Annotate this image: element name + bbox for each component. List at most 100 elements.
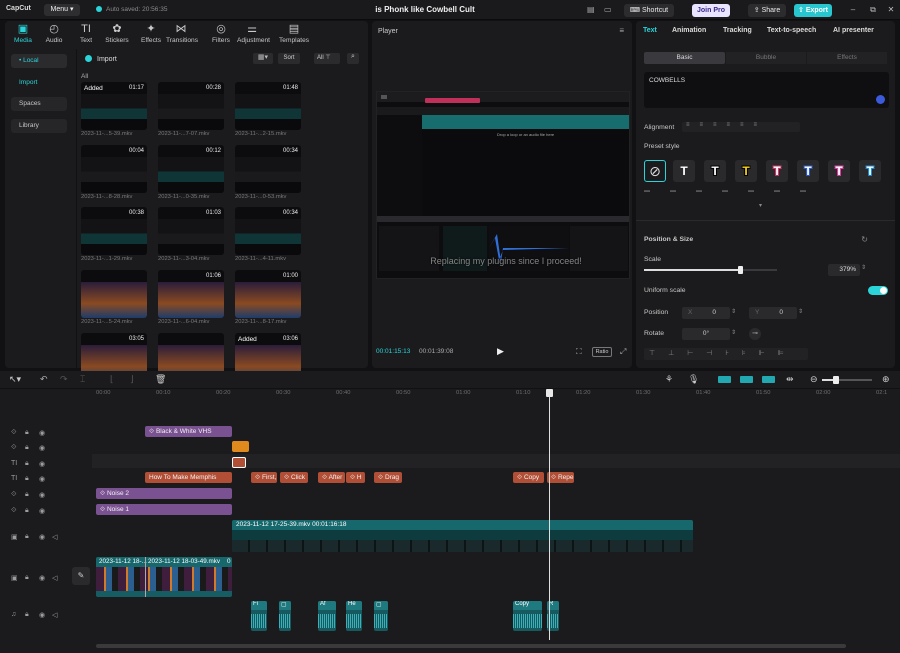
- scale-value-input[interactable]: 379%: [828, 264, 860, 276]
- linkage-icon[interactable]: [762, 376, 775, 383]
- horizontal-scrollbar[interactable]: [96, 644, 846, 648]
- segment-basic[interactable]: Basic: [644, 52, 725, 64]
- fullscreen-frame-icon[interactable]: ⛶: [576, 347, 582, 357]
- media-thumbnail[interactable]: [81, 270, 147, 318]
- tool-tab-templates[interactable]: ▤ Templates: [279, 23, 309, 44]
- preset-style-6[interactable]: T: [828, 160, 850, 182]
- nav-spaces[interactable]: Spaces: [11, 97, 67, 111]
- tab-text-to-speech[interactable]: Text-to-speech: [767, 27, 816, 34]
- video-preview[interactable]: Drop a loop or an audio file here Replac…: [376, 91, 630, 279]
- filter-all-button[interactable]: All ⊤: [314, 53, 340, 64]
- tool-tab-stickers[interactable]: ✿ Stickers: [102, 23, 132, 44]
- tool-tab-transitions[interactable]: ⋈ Transitions: [166, 23, 198, 44]
- edit-cover-icon[interactable]: ✎: [72, 567, 90, 585]
- preset-style-4[interactable]: T: [766, 160, 788, 182]
- split-right-icon[interactable]: ⌋: [130, 374, 134, 385]
- uniform-scale-toggle[interactable]: [868, 286, 888, 295]
- tool-tab-text[interactable]: TI Text: [71, 23, 101, 44]
- fullscreen-icon[interactable]: ⤢: [620, 347, 626, 357]
- align-distribute-buttons[interactable]: ⊤⊥⊢⊣⊦⊧⊩⊫: [644, 348, 808, 360]
- eye-icon[interactable]: ◉: [39, 611, 45, 619]
- effect-clip-vhs[interactable]: ⟐ Black & White VHS: [145, 426, 232, 437]
- lock-icon[interactable]: 🔒︎: [25, 475, 29, 483]
- lock-icon[interactable]: 🔒︎: [25, 507, 29, 515]
- zoom-in-icon[interactable]: ⊕: [882, 374, 890, 385]
- tab-animation[interactable]: Animation: [672, 27, 706, 34]
- media-thumbnail[interactable]: 01:03: [158, 207, 224, 255]
- split-icon[interactable]: ⌶: [80, 374, 85, 385]
- project-title[interactable]: is Phonk like Cowbell Cult: [330, 5, 520, 14]
- view-grid-icon[interactable]: ▦▾: [253, 53, 273, 64]
- select-tool-icon[interactable]: ↖▾: [9, 374, 21, 385]
- preset-none-icon[interactable]: ⊘: [644, 160, 666, 182]
- tool-tab-audio[interactable]: ◴ Audio: [39, 23, 69, 44]
- text-clip-copy[interactable]: ⟐ Copy: [513, 472, 544, 483]
- alignment-buttons[interactable]: ≡≡≡≡≡≡: [682, 122, 800, 132]
- eye-icon[interactable]: ◉: [39, 475, 45, 483]
- text-clip-after[interactable]: ⟐ After: [318, 472, 345, 483]
- eye-icon[interactable]: ◉: [39, 491, 45, 499]
- text-clip-click[interactable]: ⟐ Click: [280, 472, 308, 483]
- lock-icon[interactable]: 🔒︎: [25, 533, 29, 541]
- eye-icon[interactable]: ◉: [39, 507, 45, 515]
- player-menu-icon[interactable]: ≡: [619, 26, 624, 35]
- media-thumbnail[interactable]: 00:34: [235, 207, 301, 255]
- text-clip-drag[interactable]: ⟐ Drag: [374, 472, 402, 483]
- lock-icon[interactable]: 🔒︎: [25, 444, 29, 452]
- media-thumbnail[interactable]: 01:06: [158, 270, 224, 318]
- nav-local[interactable]: • Local: [11, 54, 67, 68]
- text-clip-h[interactable]: ⟐ H: [346, 472, 365, 483]
- close-icon[interactable]: ✕: [886, 4, 896, 16]
- split-left-icon[interactable]: ⌊: [110, 374, 114, 385]
- play-icon[interactable]: ▶: [497, 346, 504, 357]
- position-x-stepper-icon[interactable]: ⇕: [731, 308, 736, 315]
- share-button[interactable]: ⇪ Share: [748, 4, 786, 17]
- display-icon[interactable]: ▭: [604, 5, 612, 14]
- eye-icon[interactable]: ◉: [39, 429, 45, 437]
- position-y-input[interactable]: Y0: [749, 307, 797, 319]
- tool-tab-effects[interactable]: ✦ Effects: [136, 23, 166, 44]
- eye-icon[interactable]: ◉: [39, 533, 45, 541]
- media-thumbnail[interactable]: 00:28: [158, 82, 224, 130]
- lock-icon[interactable]: 🔒︎: [25, 491, 29, 499]
- scale-stepper-icon[interactable]: ⇕: [861, 264, 866, 271]
- audio-effect-noise-1[interactable]: ⟐ Noise 1: [96, 504, 232, 515]
- zoom-out-icon[interactable]: ⊖: [810, 374, 818, 385]
- rotate-input[interactable]: 0°: [682, 328, 730, 340]
- text-clip-repe[interactable]: ⟐ Repe: [547, 472, 574, 483]
- media-thumbnail[interactable]: 00:34: [235, 145, 301, 193]
- ai-icon[interactable]: [876, 95, 885, 104]
- media-thumbnail[interactable]: 00:12: [158, 145, 224, 193]
- eye-icon[interactable]: ◉: [39, 574, 45, 582]
- volume-icon[interactable]: ◁: [52, 533, 57, 541]
- menu-button[interactable]: Menu ▾: [44, 4, 80, 16]
- media-thumbnail[interactable]: 01:00: [235, 270, 301, 318]
- scale-slider[interactable]: [644, 266, 777, 274]
- tool-tab-media[interactable]: ▣ Media: [8, 23, 38, 44]
- text-clip-first[interactable]: ⟐ First,: [251, 472, 277, 483]
- auto-reframe-icon[interactable]: ⚘: [665, 374, 673, 385]
- playhead[interactable]: [549, 390, 550, 640]
- lock-icon[interactable]: 🔒︎: [25, 574, 29, 582]
- import-button[interactable]: Import: [85, 55, 117, 63]
- media-thumbnail[interactable]: 01:48: [235, 82, 301, 130]
- reset-icon[interactable]: ↻: [861, 235, 868, 244]
- text-clip-selected[interactable]: [232, 457, 246, 468]
- tool-tab-adjustment[interactable]: ⚌ Adjustment: [237, 23, 270, 44]
- lock-icon[interactable]: 🔒︎: [25, 429, 29, 437]
- segment-bubble[interactable]: Bubble: [726, 52, 806, 64]
- audio-effect-noise-2[interactable]: ⟐ Noise 2: [96, 488, 232, 499]
- undo-icon[interactable]: ↶: [40, 374, 48, 385]
- media-thumbnail[interactable]: Added 01:17: [81, 82, 147, 130]
- preset-row-2[interactable]: ▬▬▬▬▬▬▬: [644, 188, 889, 200]
- tab-text[interactable]: Text: [643, 27, 657, 34]
- main-track-clips[interactable]: 2023-11-12 18-... 2023-11-12 18-03-49.mk…: [96, 557, 232, 597]
- media-thumbnail[interactable]: 00:04: [81, 145, 147, 193]
- audio-clip[interactable]: ▢: [374, 601, 388, 631]
- preset-style-1[interactable]: T: [673, 160, 695, 182]
- microphone-icon[interactable]: 🎙: [688, 374, 699, 385]
- maximize-icon[interactable]: ⧉: [868, 4, 878, 16]
- text-clip-memphis[interactable]: How To Make Memphis: [145, 472, 232, 483]
- playhead-handle[interactable]: [546, 389, 553, 397]
- audio-clip[interactable]: Copy: [513, 601, 542, 631]
